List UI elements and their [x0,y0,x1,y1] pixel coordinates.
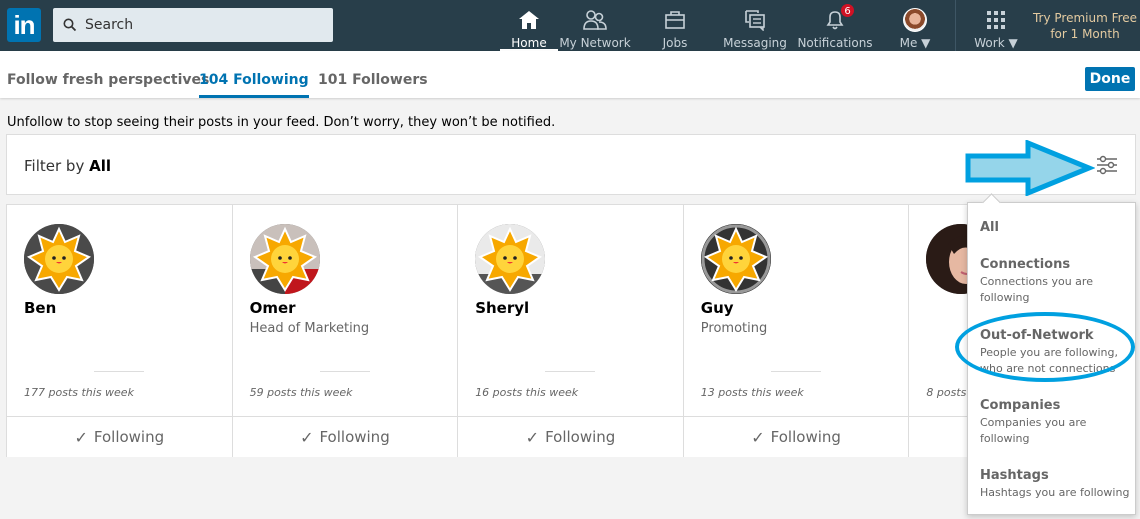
sun-face-icon [249,224,320,294]
follow-card: Ben 177 posts this week ✓ Following [7,205,233,457]
option-title: Connections [980,257,1071,272]
nav-label: Notifications [797,36,873,50]
nav-label: Home [511,36,547,50]
following-button[interactable]: ✓ Following [683,416,909,457]
nav-me[interactable]: Me ▼ [890,0,940,51]
linkedin-logo[interactable]: in [7,8,41,42]
filter-dropdown: All Connections Connections you are foll… [967,202,1136,515]
home-icon [519,11,539,29]
person-headline: Head of Marketing [249,321,370,336]
follow-card: Guy Promoting 13 posts this week ✓ Follow… [683,205,910,457]
following-label: Following [770,428,841,446]
checkmark-icon: ✓ [751,427,765,447]
person-name[interactable]: Omer [250,299,296,317]
search-icon [63,18,77,32]
posts-count: 59 posts this week [249,386,353,399]
sun-face-icon [24,224,94,294]
checkmark-icon: ✓ [300,427,314,447]
posts-count: 13 posts this week [700,386,804,399]
option-description: Companies you are following [980,416,1087,445]
nav-label: Jobs [662,36,688,50]
profile-photo[interactable] [24,224,94,294]
person-headline: Promoting [700,321,768,336]
nav-work[interactable]: Work ▼ [966,0,1026,51]
profile-photo[interactable] [475,224,546,294]
tab-follow-fresh-perspectives[interactable]: Follow fresh perspectives [7,72,209,88]
avatar [903,8,927,32]
filter-option-connections[interactable]: Connections Connections you are followin… [980,257,1130,306]
nav-notifications[interactable]: 6 Notifications [797,0,873,51]
premium-line-2: for 1 Month [1050,27,1120,41]
nav-label: Work [974,36,1005,50]
tab-followers[interactable]: 101 Followers [318,72,428,88]
option-description: People you are following, who are not co… [980,346,1118,375]
option-title: Out-of-Network [980,328,1094,343]
nav-divider [955,0,956,51]
search-input[interactable] [85,17,315,33]
filter-prefix: Filter by [24,157,85,175]
nav-label: Me [899,36,918,50]
sun-face-icon [700,224,771,294]
messaging-icon [745,10,765,31]
option-title: All [980,220,999,235]
filter-option-out-of-network[interactable]: Out-of-Network People you are following,… [980,328,1140,377]
option-title: Hashtags [980,468,1049,483]
grid-icon [987,11,1005,29]
premium-link[interactable]: Try Premium Free for 1 Month [1030,10,1140,42]
posts-count: 177 posts this week [24,386,134,399]
following-button[interactable]: ✓ Following [232,416,458,457]
premium-line-1: Try Premium Free [1032,11,1138,25]
filter-option-companies[interactable]: Companies Companies you are following [980,398,1130,447]
checkmark-icon: ✓ [74,427,88,447]
filter-option-all[interactable]: All [980,220,999,235]
profile-photo[interactable] [700,224,771,294]
option-title: Companies [980,398,1061,413]
filter-value: All [89,157,112,175]
nav-my-network[interactable]: My Network [559,0,631,51]
global-nav: in Home My Network Jobs Messaging 6 Noti… [0,0,1140,51]
caret-down-icon: ▼ [921,36,931,50]
divider [319,371,370,372]
option-description: Connections you are following [980,275,1093,304]
divider [94,371,144,372]
following-label: Following [545,428,616,446]
posts-count: 16 posts this week [475,386,579,399]
my-network-icon [583,10,607,30]
following-button[interactable]: ✓ Following [458,416,683,457]
following-label: Following [319,428,390,446]
notification-badge: 6 [840,3,855,18]
checkmark-icon: ✓ [525,427,540,447]
done-button[interactable]: Done [1085,67,1135,91]
tab-following[interactable]: 104 Following [199,72,309,98]
divider [545,371,596,372]
filter-option-hashtags[interactable]: Hashtags Hashtags you are following [980,468,1140,501]
search-box[interactable] [53,8,333,42]
annotation-arrow [965,140,1095,196]
follow-card: Sheryl 16 posts this week ✓ Following [458,205,684,457]
sub-navigation: Follow fresh perspectives 104 Following … [0,51,1140,98]
nav-label: My Network [559,36,631,50]
person-name[interactable]: Ben [24,299,56,317]
option-description: Hashtags you are following [980,486,1130,499]
unfollow-hint: Unfollow to stop seeing their posts in y… [7,115,556,130]
nav-jobs[interactable]: Jobs [650,0,700,51]
person-name[interactable]: Guy [701,299,734,317]
profile-photo[interactable] [249,224,320,294]
filter-label: Filter by All [24,157,111,175]
person-name[interactable]: Sheryl [475,299,529,317]
nav-messaging[interactable]: Messaging [722,0,788,51]
caret-down-icon: ▼ [1008,36,1018,50]
following-button[interactable]: ✓ Following [7,416,232,457]
briefcase-icon [665,11,685,29]
nav-home[interactable]: Home [500,0,558,51]
sun-face-icon [475,224,546,294]
nav-label: Messaging [723,36,787,50]
filter-sliders-icon[interactable] [1096,155,1118,175]
follow-card: Omer Head of Marketing 59 posts this wee… [232,205,459,457]
divider [770,371,821,372]
following-label: Following [93,428,165,446]
